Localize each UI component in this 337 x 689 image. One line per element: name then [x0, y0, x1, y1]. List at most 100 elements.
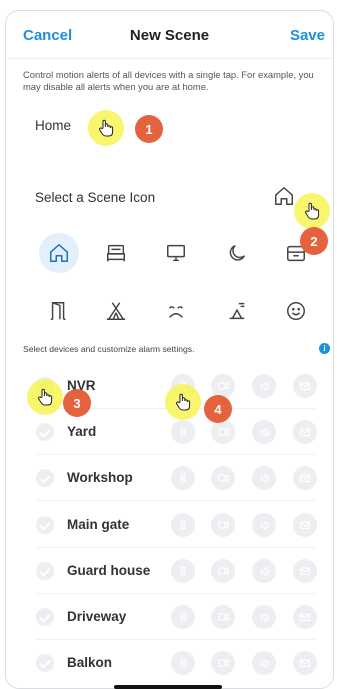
device-name: Balkon	[67, 655, 113, 671]
device-row[interactable]: Yard	[6, 409, 333, 456]
home-indicator	[114, 685, 222, 689]
motion-icon	[180, 612, 186, 622]
tap-hand-icon	[165, 384, 201, 420]
motion-alarm-toggle[interactable]	[171, 512, 195, 537]
motion-alarm-toggle[interactable]	[171, 466, 195, 491]
record-icon	[218, 659, 229, 668]
siren-alarm-toggle[interactable]	[252, 512, 276, 537]
selected-home-icon[interactable]	[273, 185, 295, 207]
nav-divider	[6, 58, 333, 59]
device-name: Workshop	[67, 470, 133, 486]
scene-description: Control motion alerts of all devices wit…	[23, 69, 314, 92]
siren-icon	[260, 566, 270, 576]
motion-alarm-toggle[interactable]	[171, 420, 195, 445]
device-name: Driveway	[67, 609, 127, 624]
record-icon	[218, 520, 229, 529]
record-alarm-toggle[interactable]	[211, 651, 235, 676]
scene-icon-label: Select a Scene Icon	[35, 190, 156, 205]
device-row[interactable]: Guard house	[6, 548, 333, 594]
email-icon	[299, 474, 311, 483]
siren-alarm-toggle[interactable]	[252, 605, 276, 629]
motion-icon	[180, 658, 186, 668]
siren-alarm-toggle[interactable]	[252, 374, 276, 398]
device-checkbox[interactable]	[36, 423, 54, 442]
devices-hint: Select devices and customize alarm setti…	[23, 344, 195, 354]
step-2-badge: 2	[300, 227, 328, 255]
record-icon	[218, 612, 229, 622]
siren-alarm-toggle[interactable]	[252, 651, 276, 676]
bed-icon[interactable]	[96, 233, 136, 273]
tap-hand-icon	[294, 193, 330, 229]
info-icon[interactable]: i	[319, 343, 330, 354]
siren-alarm-toggle[interactable]	[252, 420, 276, 445]
scene-name-field[interactable]: Home	[35, 118, 71, 133]
record-icon	[218, 381, 229, 391]
page-title: New Scene	[129, 27, 210, 44]
device-checkbox[interactable]	[36, 561, 54, 580]
email-alarm-toggle[interactable]	[293, 466, 317, 491]
email-icon	[299, 613, 311, 622]
siren-alarm-toggle[interactable]	[252, 466, 276, 491]
save-button[interactable]: Save	[290, 27, 325, 44]
device-name: Main gate	[67, 516, 130, 532]
siren-icon	[260, 474, 270, 484]
email-icon	[299, 659, 311, 668]
nav-bar: Cancel New Scene Save	[6, 25, 333, 49]
record-alarm-toggle[interactable]	[211, 512, 235, 537]
record-alarm-toggle[interactable]	[211, 466, 235, 491]
tent-icon[interactable]	[96, 291, 136, 331]
record-alarm-toggle[interactable]	[211, 558, 235, 583]
device-row[interactable]: Main gate	[6, 502, 333, 548]
device-checkbox[interactable]	[36, 608, 54, 626]
sleeping-face-icon[interactable]	[156, 291, 196, 331]
record-icon	[218, 566, 229, 575]
record-alarm-toggle[interactable]	[211, 420, 235, 445]
step-1-badge: 1	[135, 115, 163, 143]
motion-icon	[180, 427, 186, 437]
email-alarm-toggle[interactable]	[293, 512, 317, 537]
step-3-badge: 3	[63, 389, 91, 417]
smiley-icon[interactable]	[276, 291, 316, 331]
motion-alarm-toggle[interactable]	[171, 651, 195, 676]
motion-icon	[180, 566, 186, 576]
email-alarm-toggle[interactable]	[293, 651, 317, 676]
record-icon	[218, 428, 229, 437]
siren-icon	[260, 659, 270, 669]
email-icon	[299, 428, 311, 437]
door-icon[interactable]	[39, 291, 79, 331]
device-checkbox[interactable]	[36, 654, 54, 673]
new-scene-screen: Cancel New Scene Save Control motion ale…	[5, 10, 334, 689]
sunset-icon[interactable]	[217, 291, 257, 331]
email-icon	[299, 382, 311, 391]
email-icon	[299, 520, 311, 529]
motion-alarm-toggle[interactable]	[171, 558, 195, 583]
siren-alarm-toggle[interactable]	[252, 558, 276, 583]
siren-icon	[260, 428, 270, 438]
tap-hand-icon	[88, 110, 124, 146]
device-row[interactable]: Workshop	[6, 455, 333, 502]
tap-hand-icon	[27, 379, 63, 415]
motion-alarm-toggle[interactable]	[171, 605, 195, 629]
email-alarm-toggle[interactable]	[293, 374, 317, 398]
email-alarm-toggle[interactable]	[293, 558, 317, 583]
email-icon	[299, 567, 311, 575]
device-name: Yard	[67, 424, 97, 440]
siren-icon	[260, 612, 270, 623]
device-checkbox[interactable]	[36, 515, 54, 534]
motion-icon	[180, 519, 186, 530]
record-icon	[218, 474, 229, 483]
email-alarm-toggle[interactable]	[293, 420, 317, 445]
moon-icon[interactable]	[217, 233, 257, 273]
motion-icon	[180, 473, 186, 483]
device-checkbox[interactable]	[36, 469, 54, 488]
device-name: Guard house	[67, 562, 151, 578]
monitor-icon[interactable]	[156, 233, 196, 273]
device-row[interactable]: Balkon	[6, 640, 333, 686]
device-row[interactable]: Driveway	[6, 594, 333, 640]
record-alarm-toggle[interactable]	[211, 605, 235, 629]
siren-icon	[260, 381, 270, 392]
siren-icon	[260, 520, 270, 530]
home-icon[interactable]	[39, 233, 79, 273]
step-4-badge: 4	[204, 395, 232, 423]
email-alarm-toggle[interactable]	[293, 605, 317, 629]
